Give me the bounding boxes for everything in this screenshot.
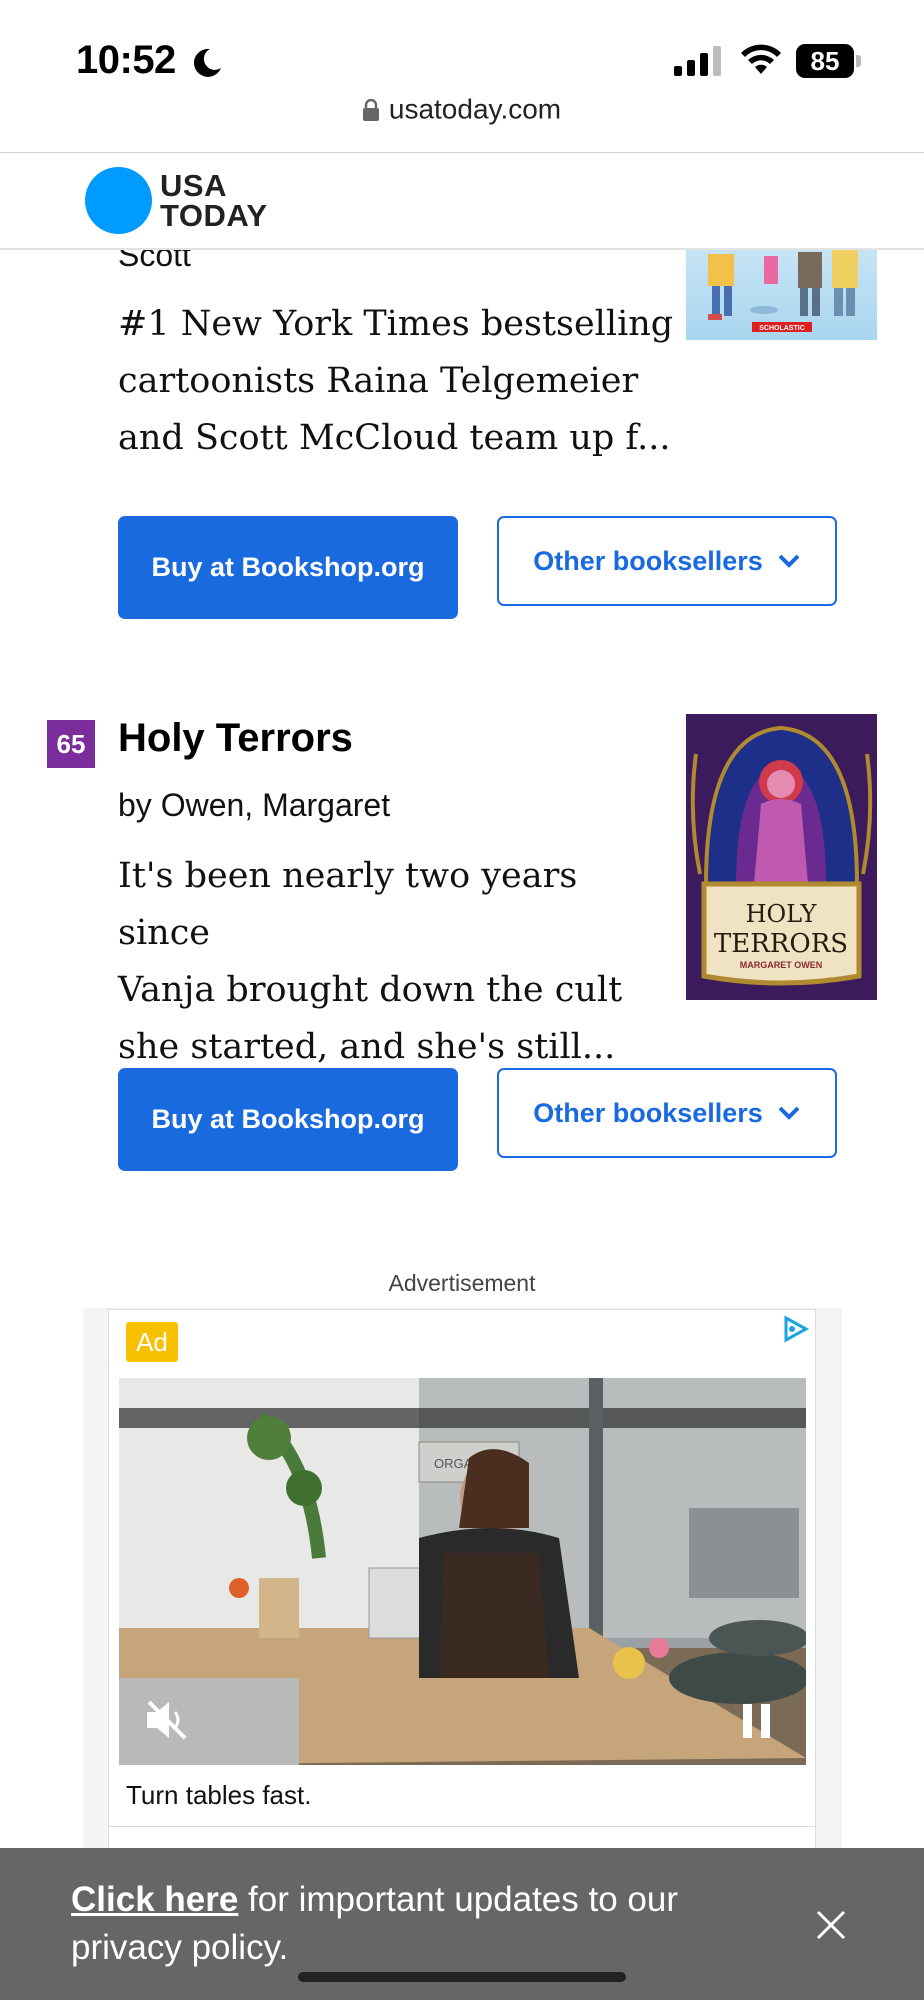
svg-text:HOLY: HOLY <box>746 900 818 928</box>
lock-icon <box>362 98 379 121</box>
book-description: It's been nearly two years since Vanja b… <box>118 856 623 1067</box>
prev-buy-bookshop-button[interactable]: Buy at Bookshop.org <box>118 516 458 619</box>
book-title[interactable]: Holy Terrors <box>118 716 353 761</box>
pause-icon[interactable] <box>741 1702 773 1740</box>
other-booksellers-label: Other booksellers <box>533 545 763 576</box>
cellular-signal-icon <box>674 46 721 76</box>
other-booksellers-button[interactable]: Other booksellers <box>497 1068 837 1158</box>
usa-today-logo[interactable] <box>85 167 152 234</box>
svg-text:TERRORS: TERRORS <box>714 929 848 959</box>
buy-bookshop-button[interactable]: Buy at Bookshop.org <box>118 1068 458 1171</box>
moon-icon <box>193 48 221 77</box>
book-author: by Owen, Margaret <box>118 787 391 823</box>
ad-badge: Ad <box>126 1322 178 1362</box>
advertisement-label: Advertisement <box>388 1270 536 1296</box>
prev-book-description: #1 New York Times bestselling cartoonist… <box>118 304 674 458</box>
chevron-down-icon <box>778 554 800 568</box>
ad-caption[interactable]: Turn tables fast. <box>126 1780 311 1811</box>
mute-icon[interactable] <box>143 1698 191 1742</box>
logo-text[interactable]: USA TODAY <box>160 170 268 231</box>
publisher-text: SCHOLASTIC <box>759 325 805 332</box>
battery-level: 85 <box>796 44 854 78</box>
battery-indicator: 85 <box>796 44 862 78</box>
home-indicator <box>298 1972 626 1982</box>
wifi-icon <box>741 44 781 74</box>
chevron-down-icon <box>778 1106 800 1120</box>
prev-other-booksellers-button[interactable]: Other booksellers <box>497 516 837 606</box>
privacy-link[interactable]: Click here <box>71 1880 238 1919</box>
prev-book-cover[interactable]: SCHOLASTIC <box>686 246 877 340</box>
close-icon[interactable] <box>814 1908 848 1942</box>
other-booksellers-label: Other booksellers <box>533 1097 763 1128</box>
holy-terrors-cover[interactable]: HOLY TERRORS MARGARET OWEN <box>686 714 877 1000</box>
rank-badge: 65 <box>47 720 95 768</box>
site-header: USA TODAY <box>0 153 924 250</box>
ad-video[interactable]: ORGANIC G <box>119 1378 806 1765</box>
status-time: 10:52 <box>76 38 176 82</box>
privacy-banner: Click here for important updates to our … <box>0 1848 924 2000</box>
privacy-message: Click here for important updates to our … <box>71 1880 678 1967</box>
svg-text:MARGARET OWEN: MARGARET OWEN <box>740 960 823 970</box>
address-bar[interactable]: usatoday.com <box>0 92 924 142</box>
url-text: usatoday.com <box>388 93 562 125</box>
adchoices-icon[interactable] <box>780 1314 810 1344</box>
